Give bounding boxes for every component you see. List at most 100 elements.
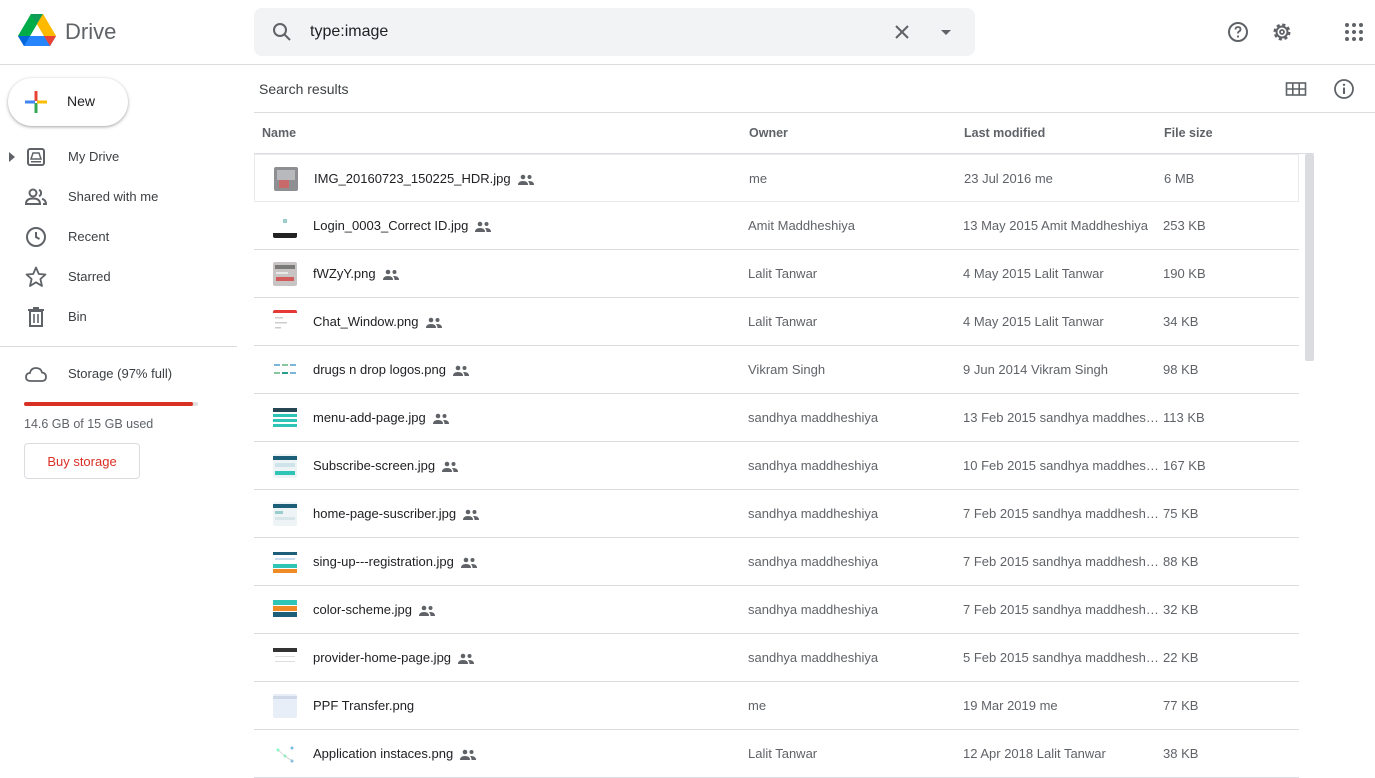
file-name-text: sing-up---registration.jpg [313, 554, 454, 569]
file-owner: sandhya maddheshiya [748, 602, 879, 617]
apps-grid-icon[interactable] [1342, 20, 1366, 44]
file-owner: Lalit Tanwar [748, 266, 818, 281]
expand-caret-icon[interactable] [9, 152, 15, 162]
file-row[interactable]: Login_0003_Correct ID.jpg Amit Maddheshiy… [254, 202, 1299, 250]
search-input[interactable] [310, 18, 870, 46]
file-row[interactable]: Application instaces.png Lalit Tanwar 12 A… [254, 730, 1299, 778]
file-name-text: provider-home-page.jpg [313, 650, 452, 665]
file-size: 38 KB [1163, 746, 1199, 761]
main-content: Search results Name Owner Last modified … [254, 65, 1375, 778]
file-row[interactable]: menu-add-page.jpg sandhya maddheshiya 13 F… [254, 394, 1299, 442]
clock-icon [26, 227, 46, 247]
shared-people-icon [432, 413, 449, 424]
file-owner: sandhya maddheshiya [748, 458, 879, 473]
file-row[interactable]: sing-up---registration.jpg sandhya maddhe… [254, 538, 1299, 586]
column-header-last-modified[interactable]: Last modified [964, 126, 1045, 140]
file-thumbnail [273, 694, 297, 718]
file-name: PPF Transfer.png [313, 698, 414, 713]
star-icon [25, 266, 47, 287]
grid-view-icon[interactable] [1284, 77, 1308, 101]
new-button[interactable]: New [8, 78, 128, 126]
file-row[interactable]: color-scheme.jpg sandhya maddheshiya 7 Feb… [254, 586, 1299, 634]
file-row[interactable]: provider-home-page.jpg sandhya maddheshiy… [254, 634, 1299, 682]
drive-logo-icon[interactable] [18, 14, 56, 48]
top-bar: Drive [0, 0, 1375, 65]
file-row[interactable]: fWZyY.png Lalit Tanwar 4 May 2015 Lalit Ta… [254, 250, 1299, 298]
file-last-modified: 5 Feb 2015 sandhya maddheshiya [963, 650, 1159, 665]
file-thumbnail [273, 358, 297, 382]
file-owner: Amit Maddheshiya [748, 218, 855, 233]
file-name-text: drugs n drop logos.png [313, 362, 446, 377]
file-row[interactable]: PPF Transfer.png me 19 Mar 2019 me 77 KB [254, 682, 1299, 730]
shared-people-icon [463, 509, 480, 520]
sidebar-item-label: Recent [68, 229, 110, 244]
search-options-dropdown-icon[interactable] [934, 20, 958, 44]
file-row[interactable]: drugs n drop logos.png Vikram Singh 9 Jun … [254, 346, 1299, 394]
file-row[interactable]: Subscribe-screen.jpg sandhya maddheshiya 1… [254, 442, 1299, 490]
sidebar-item-shared-with-me[interactable]: Shared with me [0, 181, 232, 213]
storage-progress-fill [24, 402, 193, 406]
file-size: 253 KB [1163, 218, 1206, 233]
file-last-modified: 7 Feb 2015 sandhya maddheshiya [963, 602, 1159, 617]
scrollbar[interactable] [1305, 154, 1314, 361]
file-thumbnail [273, 502, 297, 526]
sidebar-item-bin[interactable]: Bin [0, 301, 232, 333]
file-size: 190 KB [1163, 266, 1206, 281]
search-bar[interactable] [254, 8, 975, 56]
file-name: home-page-suscriber.jpg [313, 506, 480, 521]
file-size: 98 KB [1163, 362, 1199, 377]
file-name-text: home-page-suscriber.jpg [313, 506, 457, 521]
column-header-name[interactable]: Name [262, 126, 296, 140]
file-name: Subscribe-screen.jpg [313, 458, 459, 473]
sidebar: New My Drive Shared with me Recent Starr… [0, 65, 240, 778]
file-owner: me [749, 171, 768, 186]
file-size: 113 KB [1163, 410, 1205, 425]
file-last-modified: 12 Apr 2018 Lalit Tanwar [963, 746, 1106, 761]
sidebar-item-my-drive[interactable]: My Drive [0, 141, 232, 173]
file-row[interactable]: home-page-suscriber.jpg sandhya maddheshi… [254, 490, 1299, 538]
sidebar-divider [0, 346, 237, 347]
file-name-text: Application instaces.png [313, 746, 454, 761]
file-thumbnail [273, 406, 297, 430]
sidebar-item-recent[interactable]: Recent [0, 221, 232, 253]
file-thumbnail [273, 598, 297, 622]
buy-storage-button[interactable]: Buy storage [24, 443, 140, 479]
file-size: 32 KB [1163, 602, 1199, 617]
file-name: Application instaces.png [313, 746, 477, 761]
file-last-modified: 4 May 2015 Lalit Tanwar [963, 266, 1104, 281]
shared-people-icon [425, 317, 442, 328]
people-icon [24, 188, 48, 205]
shared-people-icon [517, 174, 534, 185]
file-row[interactable]: IMG_20160723_150225_HDR.jpg me 23 Jul 2016… [254, 154, 1299, 202]
file-list-header: Name Owner Last modified File size [254, 113, 1314, 154]
file-last-modified: 13 Feb 2015 sandhya maddheshiya [963, 410, 1159, 425]
column-header-owner[interactable]: Owner [749, 126, 788, 140]
sidebar-item-storage[interactable]: Storage (97% full) [0, 358, 232, 390]
file-name: fWZyY.png [313, 266, 400, 281]
file-owner: Vikram Singh [748, 362, 826, 377]
file-owner: sandhya maddheshiya [748, 506, 879, 521]
file-thumbnail [274, 167, 298, 191]
shared-people-icon [475, 221, 492, 232]
new-button-label: New [67, 93, 96, 109]
file-last-modified: 23 Jul 2016 me [964, 171, 1053, 186]
sidebar-item-label: Starred [68, 269, 111, 284]
file-name-text: IMG_20160723_150225_HDR.jpg [314, 171, 511, 186]
help-icon[interactable] [1226, 20, 1250, 44]
info-icon[interactable] [1332, 77, 1356, 101]
file-row[interactable]: Chat_Window.png Lalit Tanwar 4 May 2015 La… [254, 298, 1299, 346]
file-name: menu-add-page.jpg [313, 410, 450, 425]
search-icon[interactable] [270, 20, 294, 44]
shared-people-icon [460, 557, 477, 568]
gear-icon[interactable] [1270, 20, 1294, 44]
file-last-modified: 10 Feb 2015 sandhya maddheshiya [963, 458, 1159, 473]
column-header-file-size[interactable]: File size [1164, 126, 1213, 140]
sidebar-item-starred[interactable]: Starred [0, 261, 232, 293]
file-thumbnail [273, 214, 297, 238]
file-size: 167 KB [1163, 458, 1206, 473]
file-name-text: PPF Transfer.png [313, 698, 415, 713]
file-name: sing-up---registration.jpg [313, 554, 478, 569]
file-owner: me [748, 698, 767, 713]
file-list: IMG_20160723_150225_HDR.jpg me 23 Jul 2016… [254, 154, 1299, 778]
close-icon[interactable] [890, 20, 914, 44]
